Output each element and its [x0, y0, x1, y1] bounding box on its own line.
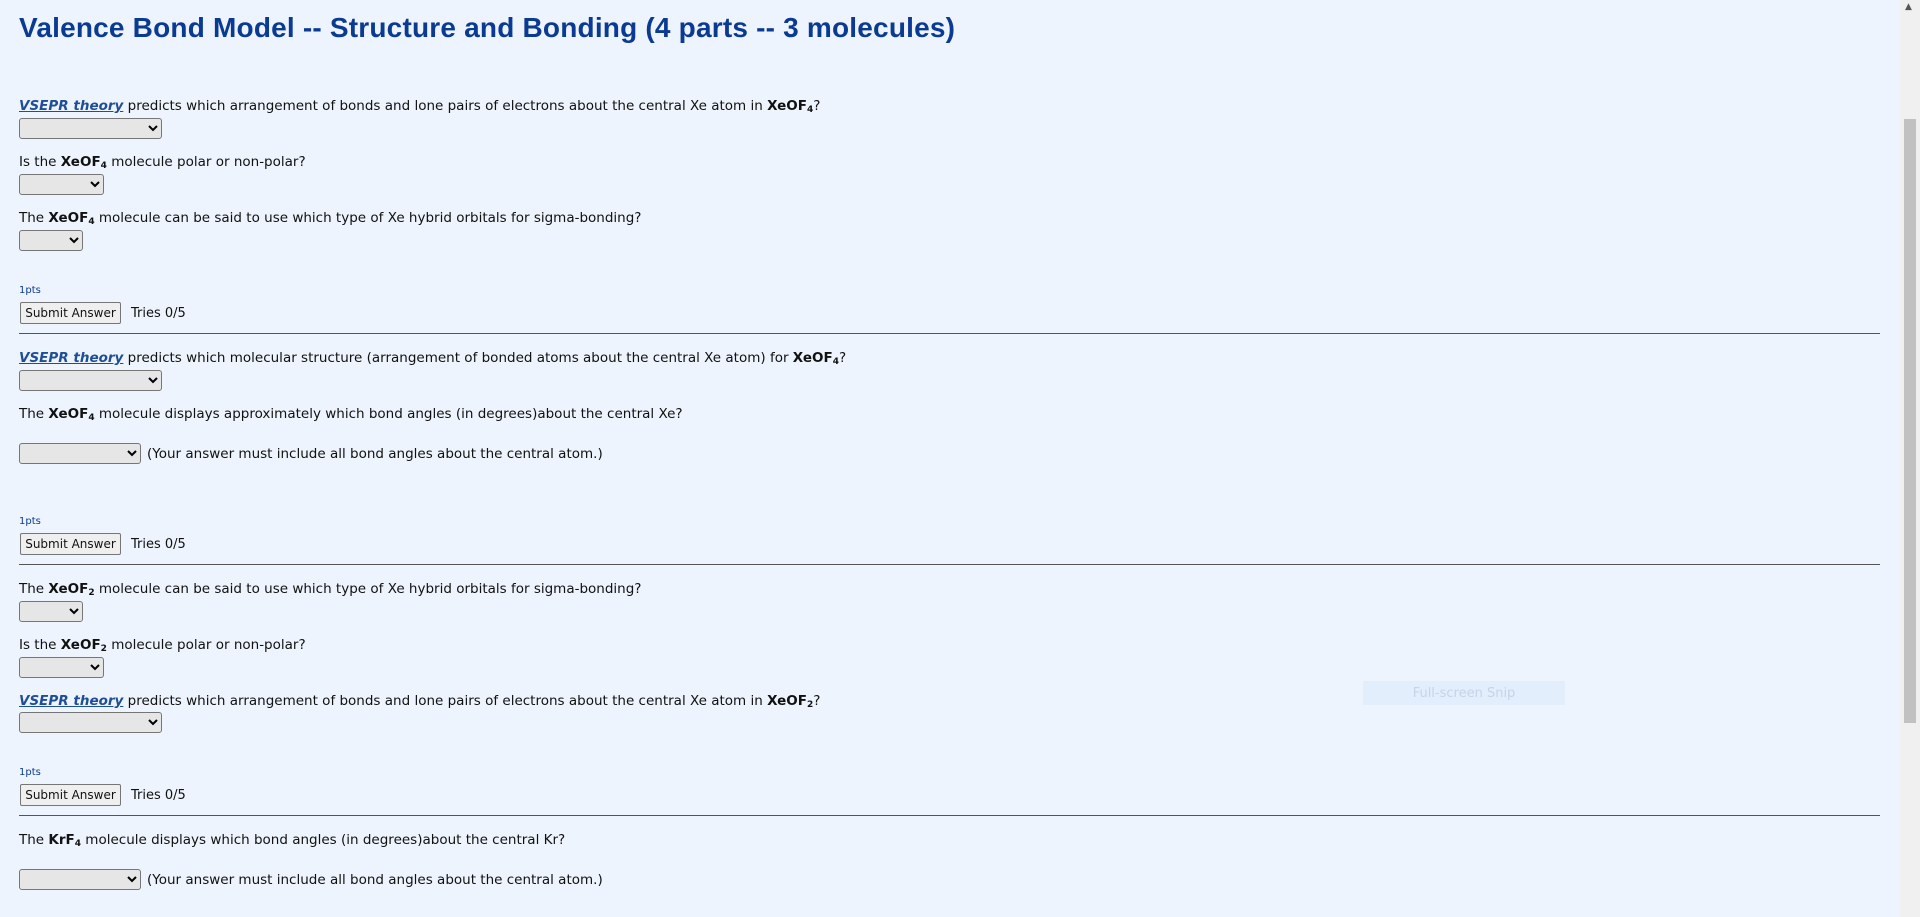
answer-note-p2: (Your answer must include all bond angle…	[147, 446, 603, 462]
question-p4-bond-angles: The KrF4 molecule displays which bond an…	[19, 832, 566, 849]
vsepr-theory-link[interactable]: VSEPR theory	[19, 98, 123, 114]
tries-counter-p1: Tries 0/5	[131, 306, 186, 321]
full-screen-snip-overlay: Full-screen Snip	[1363, 681, 1565, 705]
answer-select-p1-polarity[interactable]	[19, 174, 104, 195]
points-label-p2: 1pts	[19, 516, 41, 527]
answer-select-p1-arrangement[interactable]	[19, 118, 162, 139]
points-label-p1: 1pts	[19, 285, 41, 296]
part-divider	[19, 564, 1880, 565]
tries-counter-p2: Tries 0/5	[131, 537, 186, 552]
submit-answer-button-p1[interactable]: Submit Answer	[20, 302, 121, 324]
answer-select-p3-hybrid[interactable]	[19, 601, 83, 622]
points-label-p3: 1pts	[19, 767, 41, 778]
submit-answer-button-p3[interactable]: Submit Answer	[20, 784, 121, 806]
answer-select-p4-bond-angles[interactable]	[19, 869, 141, 890]
submit-answer-button-p2[interactable]: Submit Answer	[20, 533, 121, 555]
scroll-up-arrow-icon[interactable]: ▲	[1905, 2, 1912, 12]
question-p1-hybrid: The XeOF4 molecule can be said to use wh…	[19, 210, 642, 227]
vertical-scrollbar[interactable]: ▲	[1900, 0, 1920, 917]
answer-note-p4: (Your answer must include all bond angle…	[147, 872, 603, 888]
vsepr-theory-link[interactable]: VSEPR theory	[19, 350, 123, 366]
question-p3-polarity: Is the XeOF2 molecule polar or non-polar…	[19, 637, 306, 654]
question-p1-arrangement: VSEPR theory predicts which arrangement …	[19, 98, 821, 115]
part-divider	[19, 333, 1880, 334]
part-divider	[19, 815, 1880, 816]
tries-counter-p3: Tries 0/5	[131, 788, 186, 803]
answer-select-p1-hybrid[interactable]	[19, 230, 83, 251]
answer-select-p3-arrangement[interactable]	[19, 712, 162, 733]
question-p3-arrangement: VSEPR theory predicts which arrangement …	[19, 693, 821, 710]
question-p1-polarity: Is the XeOF4 molecule polar or non-polar…	[19, 154, 306, 171]
page-title: Valence Bond Model -- Structure and Bond…	[19, 12, 956, 43]
answer-select-p2-structure[interactable]	[19, 370, 162, 391]
question-p3-hybrid: The XeOF2 molecule can be said to use wh…	[19, 581, 642, 598]
question-p2-bond-angles: The XeOF4 molecule displays approximatel…	[19, 406, 683, 423]
vsepr-theory-link[interactable]: VSEPR theory	[19, 693, 123, 709]
question-p2-structure: VSEPR theory predicts which molecular st…	[19, 350, 847, 367]
scrollbar-thumb[interactable]	[1904, 119, 1916, 723]
answer-select-p2-bond-angles[interactable]	[19, 443, 141, 464]
answer-select-p3-polarity[interactable]	[19, 657, 104, 678]
